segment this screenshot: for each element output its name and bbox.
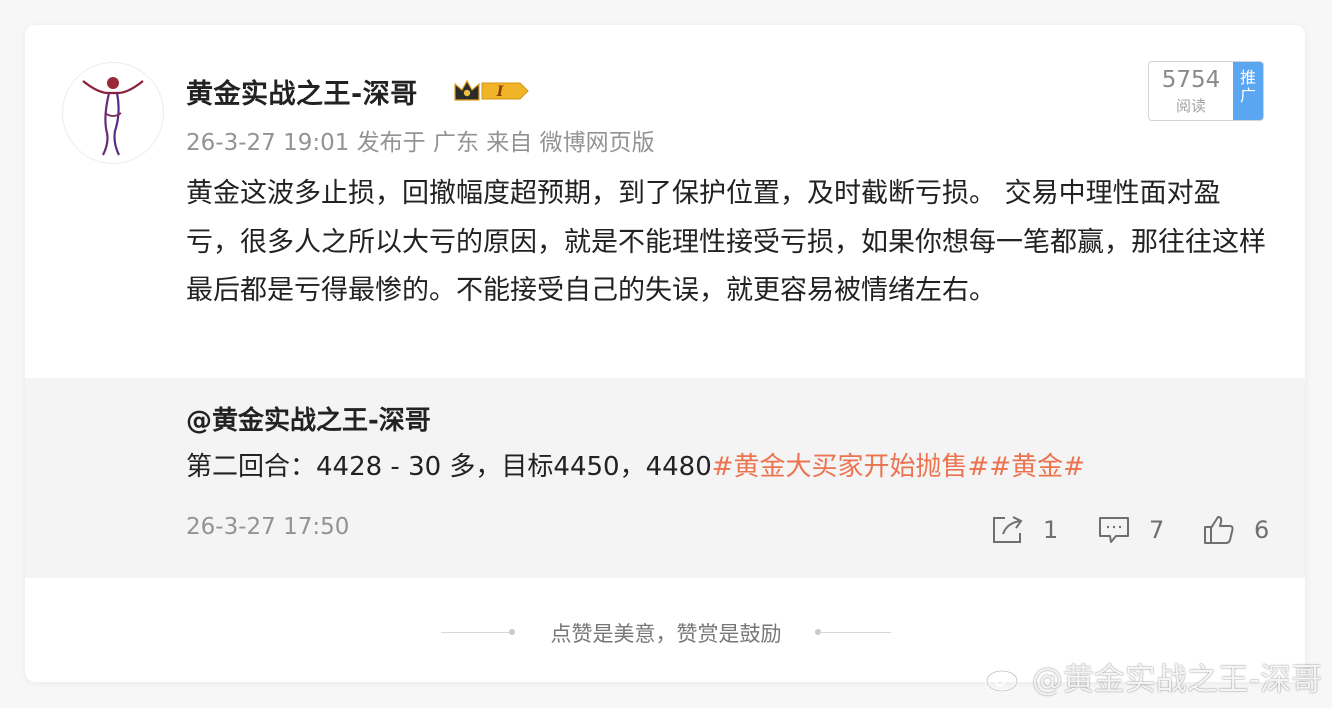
read-count-box: 5754 阅读 推广 xyxy=(1148,61,1264,121)
post-text: 黄金这波多止损，回撤幅度超预期，到了保护位置，及时截断亏损。 交易中理性面对盈亏… xyxy=(186,178,1266,306)
post-meta: 26-3-27 19:01 发布于 广东 来自 微博网页版 xyxy=(186,130,655,156)
like-button[interactable]: 6 xyxy=(1202,510,1269,550)
read-label: 阅读 xyxy=(1175,97,1206,115)
share-count: 1 xyxy=(1043,516,1059,544)
comment-button[interactable]: 7 xyxy=(1097,510,1164,550)
crown-badge-icon[interactable]: I xyxy=(452,76,530,106)
repost-text: 第二回合：4428 - 30 多，目标4450，4480#黄金大买家开始抛售##… xyxy=(186,446,1085,483)
thumbs-up-icon xyxy=(1204,516,1234,544)
share-button[interactable]: 1 xyxy=(991,510,1058,550)
share-icon xyxy=(993,516,1023,543)
hashtag-links[interactable]: #黄金大买家开始抛售##黄金# xyxy=(712,452,1085,482)
avatar-figure-icon xyxy=(82,77,144,156)
read-count: 5754 xyxy=(1161,67,1221,93)
watermark: @黄金实战之王-深哥 xyxy=(984,654,1322,699)
watermark-text: @黄金实战之王-深哥 xyxy=(1031,662,1322,698)
repost-time[interactable]: 26-3-27 17:50 xyxy=(186,514,349,540)
avatar[interactable] xyxy=(62,62,164,164)
repost-author[interactable]: @黄金实战之王-深哥 xyxy=(186,400,431,437)
comment-count: 7 xyxy=(1149,516,1165,544)
author-name[interactable]: 黄金实战之王-深哥 xyxy=(186,72,418,111)
promote-button[interactable]: 推广 xyxy=(1233,62,1263,120)
footer-text: 点赞是美意，赞赏是鼓励 xyxy=(550,622,782,646)
like-count: 6 xyxy=(1254,516,1270,544)
comment-icon xyxy=(1099,517,1129,543)
footer-divider-right xyxy=(819,632,891,633)
post-card: 黄金实战之王-深哥 I 26-3-27 19:01 发布于 广东 来自 微博网页… xyxy=(25,25,1305,682)
repost-text-plain: 第二回合：4428 - 30 多，目标4450，4480 xyxy=(186,452,712,482)
badge-level: I xyxy=(496,84,504,100)
repost-block[interactable]: @黄金实战之王-深哥 第二回合：4428 - 30 多，目标4450，4480#… xyxy=(25,378,1305,578)
weibo-logo-icon xyxy=(985,663,1025,692)
